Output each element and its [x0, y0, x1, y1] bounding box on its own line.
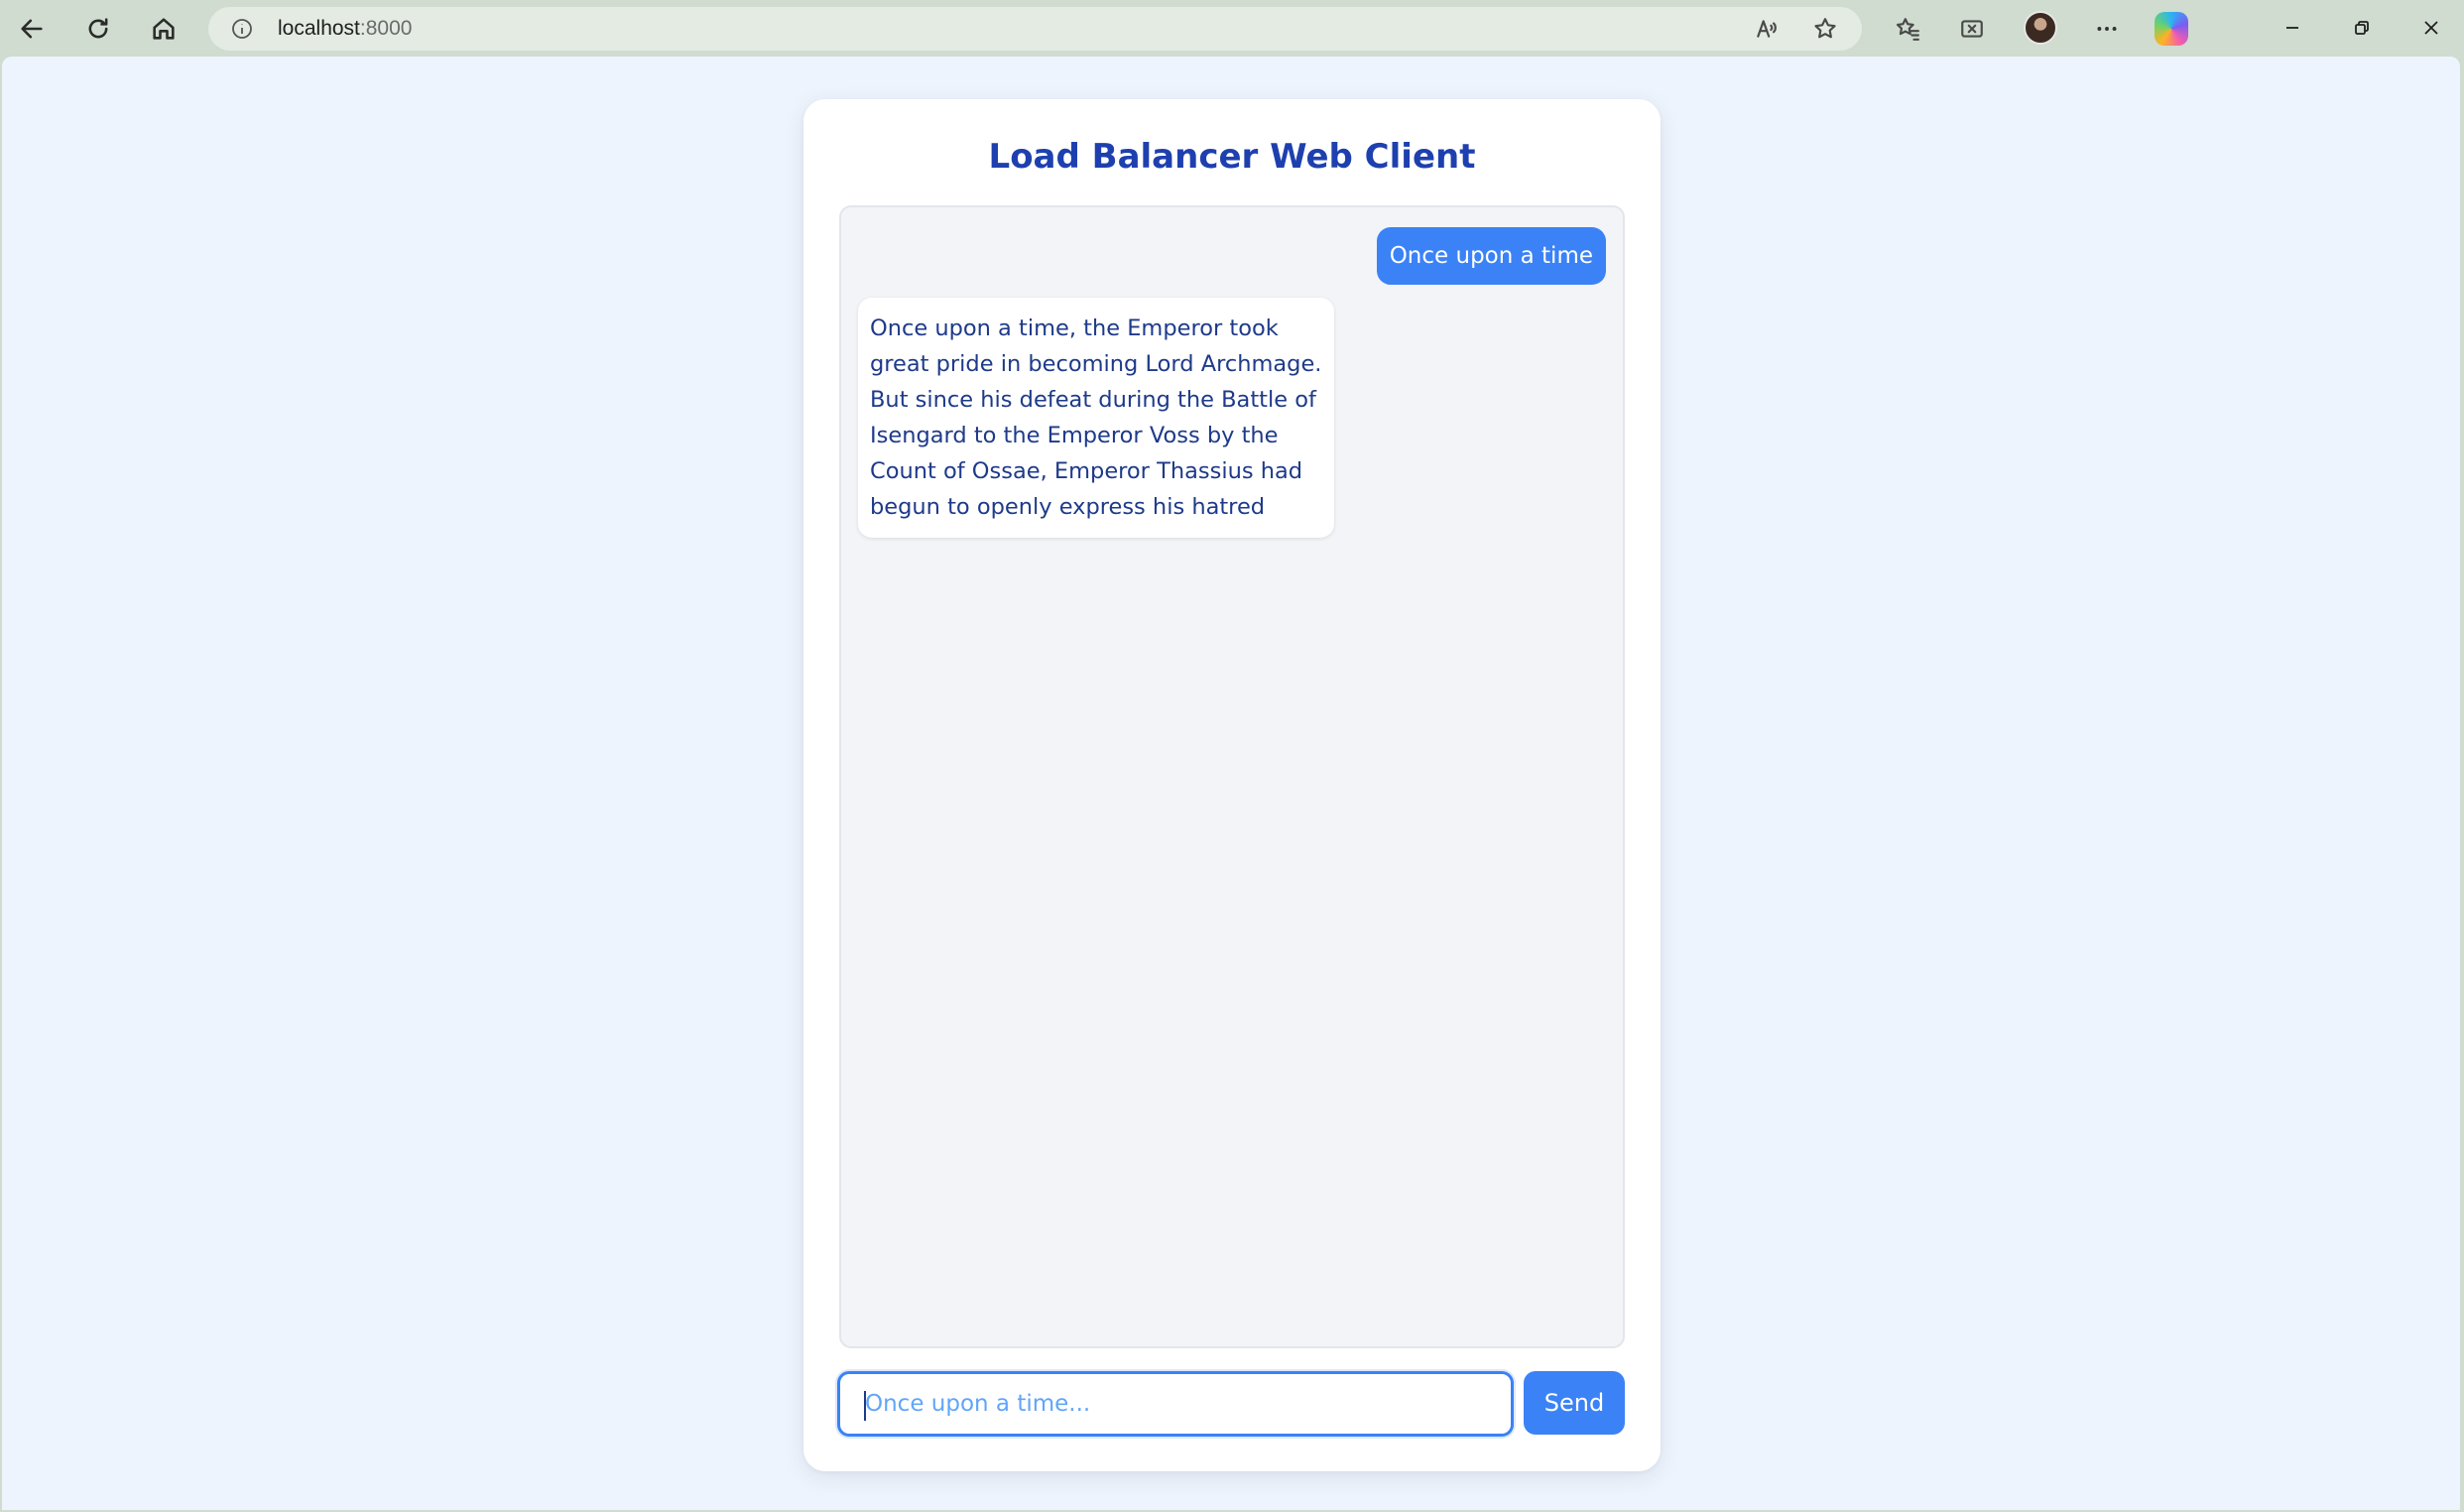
close-icon — [2424, 21, 2438, 35]
favorites-icon[interactable] — [1888, 10, 1927, 48]
close-window-button[interactable] — [2406, 8, 2456, 48]
restore-button[interactable] — [2337, 8, 2387, 48]
page-viewport: Load Balancer Web Client Once upon a tim… — [2, 57, 2460, 1510]
refresh-button[interactable] — [76, 9, 120, 49]
home-button[interactable] — [142, 9, 185, 49]
arrow-left-icon — [21, 19, 43, 39]
page-title: Load Balancer Web Client — [988, 137, 1476, 177]
user-message: Once upon a time — [1376, 227, 1606, 285]
prompt-input[interactable] — [840, 1374, 1511, 1434]
url-port: :8000 — [359, 17, 413, 40]
browser-toolbar: localhost:8000 — [0, 0, 2464, 57]
refresh-icon — [88, 18, 108, 39]
send-button[interactable]: Send — [1524, 1371, 1625, 1435]
chat-messages[interactable]: Once upon a time Once upon a time, the E… — [839, 205, 1625, 1348]
home-icon — [153, 18, 175, 40]
url-text[interactable]: localhost:8000 — [278, 7, 412, 51]
url-host: localhost — [278, 17, 360, 40]
read-aloud-icon[interactable] — [1753, 15, 1781, 43]
chat-card: Load Balancer Web Client Once upon a tim… — [803, 99, 1661, 1471]
back-button[interactable] — [10, 9, 54, 49]
copilot-icon[interactable] — [2155, 12, 2188, 46]
restore-icon — [2355, 21, 2369, 35]
star-icon[interactable] — [1811, 15, 1839, 43]
screenshot-icon[interactable] — [1952, 10, 1992, 48]
minimize-icon — [2286, 27, 2298, 29]
address-bar[interactable]: localhost:8000 — [208, 7, 1862, 51]
assistant-message: Once upon a time, the Emperor took great… — [858, 298, 1334, 538]
text-caret — [864, 1391, 866, 1421]
more-icon[interactable] — [2087, 10, 2127, 48]
prompt-input-wrapper[interactable] — [837, 1371, 1514, 1437]
minimize-button[interactable] — [2268, 8, 2317, 48]
info-icon[interactable] — [228, 15, 256, 43]
avatar[interactable] — [2024, 11, 2057, 45]
